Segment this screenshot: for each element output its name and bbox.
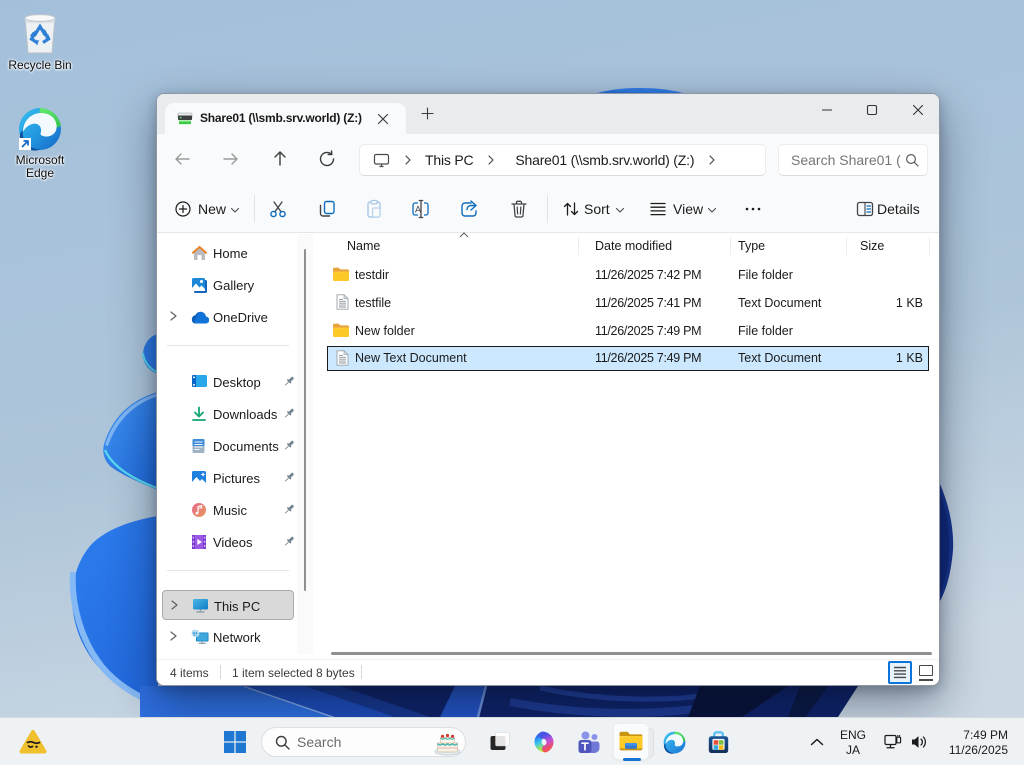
svg-text:A: A — [415, 205, 421, 215]
